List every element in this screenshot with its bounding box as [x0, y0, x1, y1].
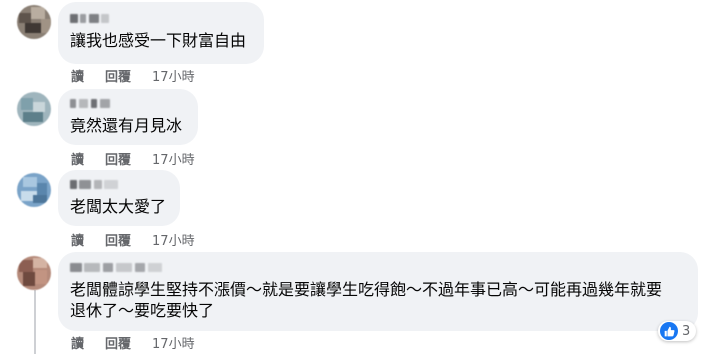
comment-actions: 讀 回覆 17小時 — [71, 66, 216, 85]
author-name[interactable] — [70, 96, 186, 110]
reply-link[interactable]: 回覆 — [105, 149, 131, 168]
comment-actions: 讀 回覆 17小時 — [71, 149, 216, 168]
reply-link[interactable]: 回覆 — [105, 333, 131, 352]
comment-bubble: 老闆太大愛了 — [58, 170, 180, 226]
avatar[interactable] — [17, 256, 51, 290]
avatar[interactable] — [17, 92, 51, 126]
comment-bubble: 老闆體諒學生堅持不漲價～就是要讓學生吃得飽～不過年事已高～可能再過幾年就要 退休… — [58, 252, 698, 331]
author-name[interactable] — [70, 11, 252, 25]
read-link[interactable]: 讀 — [71, 333, 84, 352]
read-link[interactable]: 讀 — [71, 149, 84, 168]
avatar[interactable] — [17, 173, 51, 207]
timestamp[interactable]: 17小時 — [152, 66, 195, 85]
comment-text: 讓我也感受一下財富自由 — [70, 31, 247, 50]
reply-link[interactable]: 回覆 — [105, 66, 131, 85]
comment-bubble: 竟然還有月見冰 — [58, 89, 198, 145]
reply-link[interactable]: 回覆 — [105, 230, 131, 249]
comment-actions: 讀 回覆 17小時 — [71, 230, 216, 249]
read-link[interactable]: 讀 — [71, 230, 84, 249]
read-link[interactable]: 讀 — [71, 66, 84, 85]
comment-text: 竟然還有月見冰 — [70, 116, 183, 135]
comment-text: 老闆太大愛了 — [70, 197, 167, 216]
reaction-count[interactable]: 3 — [658, 321, 697, 341]
thread-line — [34, 290, 36, 354]
comment-bubble: 讓我也感受一下財富自由 — [58, 2, 264, 64]
like-icon — [660, 322, 678, 340]
reaction-count-text: 3 — [682, 323, 691, 339]
comment-thread: 讓我也感受一下財富自由 讀回覆 17小時 竟然還有月見冰 讀回覆 17小時 老闆… — [0, 0, 715, 354]
author-name[interactable] — [70, 260, 686, 274]
comment-text: 老闆體諒學生堅持不漲價～就是要讓學生吃得飽～不過年事已高～可能再過幾年就要 退休… — [70, 280, 663, 320]
avatar[interactable] — [17, 5, 51, 39]
timestamp[interactable]: 17小時 — [152, 149, 195, 168]
timestamp[interactable]: 17小時 — [152, 230, 195, 249]
timestamp[interactable]: 17小時 — [152, 333, 195, 352]
comment-actions: 讀 回覆 17小時 — [71, 333, 216, 352]
author-name[interactable] — [70, 177, 168, 191]
